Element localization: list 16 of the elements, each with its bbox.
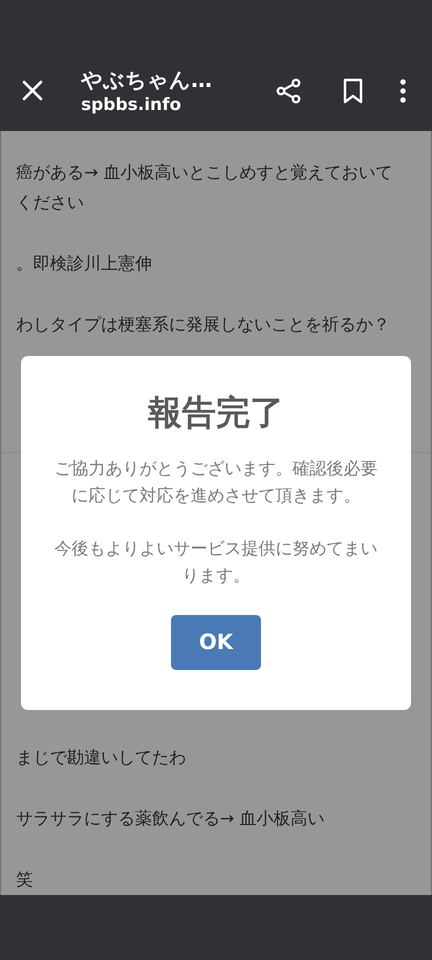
page-url: spbbs.info (81, 94, 182, 116)
post-text: まじで勘違いしてたわ (16, 747, 187, 770)
close-icon[interactable] (22, 80, 43, 101)
dialog-message: 今後もよりよいサービス提供に努めてまいります。 (54, 538, 378, 588)
ok-button[interactable]: OK (171, 615, 261, 670)
dialog-title: 報告完了 (148, 392, 284, 435)
dialog-message: ご協力ありがとうございます。確認後必要に応じて対応を進めさせて頂きます。 (54, 458, 378, 508)
post-text: 笑 (16, 869, 34, 892)
page-title: やぶちゃん… (81, 66, 213, 94)
post-text: サラサラにする薬飲んでる→ 血小板高い (16, 808, 326, 831)
post-text: 。即検診川上憲伸 (16, 253, 153, 276)
share-icon[interactable] (276, 78, 302, 104)
bookmark-icon[interactable] (342, 78, 364, 104)
post-text: 癌がある→ 血小板高いとこしめすと覚えておいてください (16, 162, 394, 215)
more-options-icon[interactable] (400, 78, 406, 102)
post-text: わしタイプは梗塞系に発展しないことを祈るか？ (16, 314, 391, 337)
